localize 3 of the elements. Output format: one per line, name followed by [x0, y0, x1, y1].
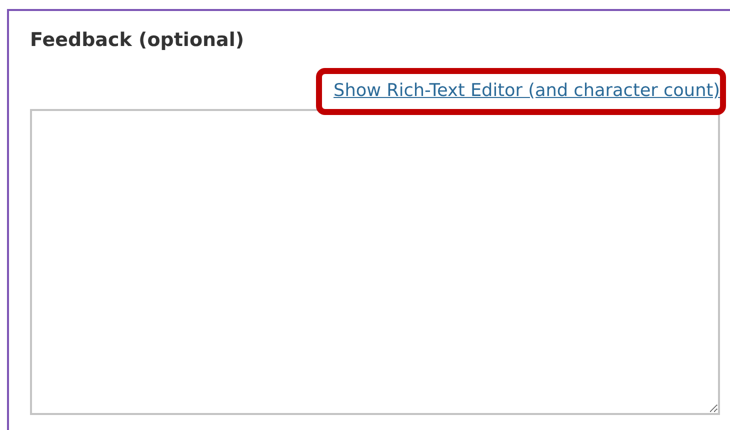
feedback-field[interactable]	[30, 109, 720, 415]
section-heading: Feedback (optional)	[30, 28, 246, 53]
rich-text-editor-link[interactable]: Show Rich-Text Editor (and character count)	[334, 79, 720, 103]
